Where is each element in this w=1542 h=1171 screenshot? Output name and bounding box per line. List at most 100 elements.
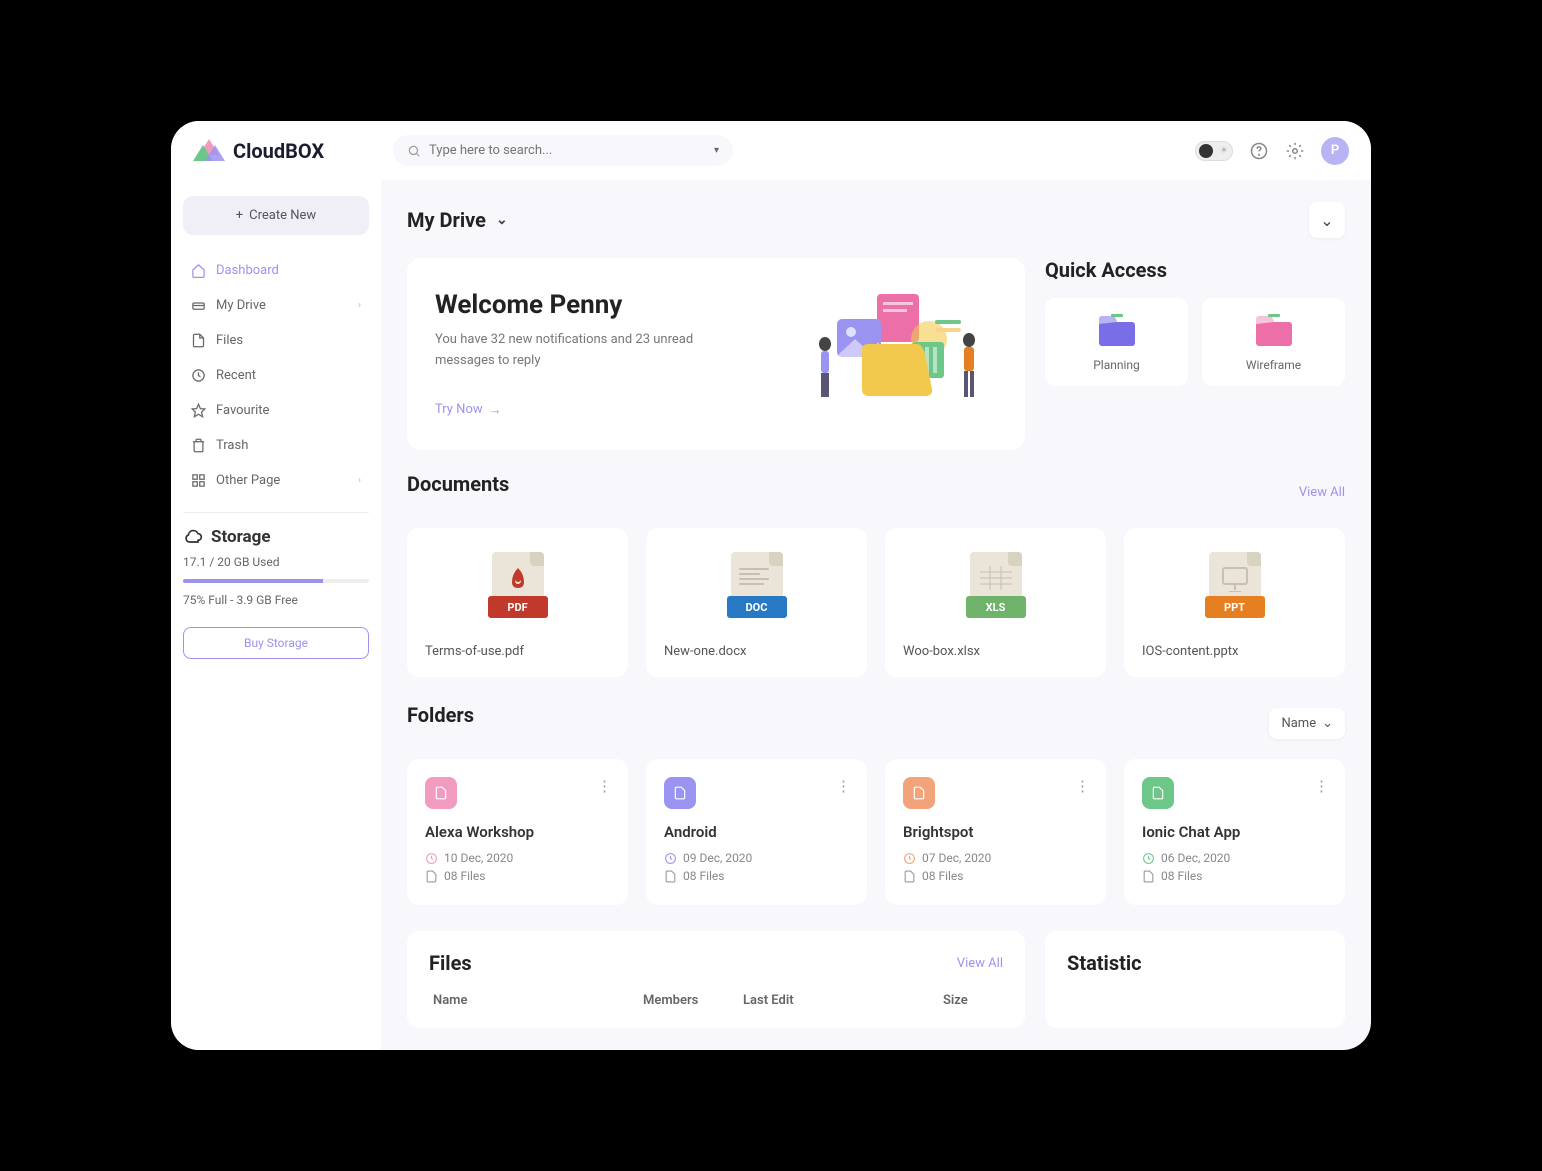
documents-grid: PDF Terms-of-use.pdf DOC New-one.docx [407, 528, 1345, 677]
avatar[interactable]: P [1321, 137, 1349, 165]
trash-icon [191, 438, 206, 453]
th-members: Members [643, 993, 743, 1008]
logo-icon [193, 137, 225, 165]
files-panel: Files View All Name Members Last Edit Si… [407, 931, 1025, 1028]
folders-grid: ⋮ Alexa Workshop 10 Dec, 2020 08 Files [407, 759, 1345, 905]
page-menu-button[interactable]: ⌄ [1309, 202, 1345, 238]
nav-label: Trash [216, 438, 248, 453]
quick-access-grid: Planning Wireframe [1045, 298, 1345, 386]
doc-icon: DOC [727, 552, 787, 622]
storage-detail: 75% Full - 3.9 GB Free [183, 593, 369, 607]
chevron-right-icon: › [358, 475, 361, 486]
clock-icon [191, 368, 206, 383]
nav-item-favourite[interactable]: Favourite [183, 393, 369, 428]
chevron-right-icon: › [358, 300, 361, 311]
logo-text: CloudBOX [233, 139, 324, 163]
folder-name: Ionic Chat App [1142, 823, 1327, 841]
try-now-link[interactable]: Try Now → [435, 402, 502, 418]
try-label: Try Now [435, 402, 483, 417]
storage-used: 17.1 / 20 GB Used [183, 555, 369, 569]
grid-icon [191, 473, 206, 488]
arrow-right-icon: → [489, 402, 502, 418]
nav-item-files[interactable]: Files [183, 323, 369, 358]
folder-card[interactable]: ⋮ Ionic Chat App 06 Dec, 2020 08 Files [1124, 759, 1345, 905]
help-button[interactable] [1249, 141, 1269, 161]
documents-head: Documents View All [407, 472, 1345, 512]
th-size: Size [943, 993, 999, 1008]
badge: PPT [1205, 596, 1265, 618]
nav-label: Other Page [216, 473, 280, 488]
welcome-illustration [807, 284, 997, 424]
search-box[interactable]: ▾ [393, 135, 733, 166]
theme-toggle[interactable]: ☀ [1195, 141, 1233, 161]
qa-label: Planning [1055, 358, 1178, 372]
topbar: CloudBOX ▾ ☀ P [171, 121, 1371, 180]
folder-name: Brightspot [903, 823, 1088, 841]
more-icon[interactable]: ⋮ [1314, 777, 1329, 795]
more-icon[interactable]: ⋮ [597, 777, 612, 795]
document-card[interactable]: PDF Terms-of-use.pdf [407, 528, 628, 677]
app-window: CloudBOX ▾ ☀ P + Create New [171, 121, 1371, 1050]
folder-files: 08 Files [903, 869, 1088, 883]
buy-storage-button[interactable]: Buy Storage [183, 627, 369, 659]
th-lastedit: Last Edit [743, 993, 943, 1008]
folders-sort-button[interactable]: Name ⌄ [1269, 708, 1345, 739]
main: My Drive ⌄ ⌄ Welcome Penny You have 32 n… [381, 180, 1371, 1050]
folder-date: 06 Dec, 2020 [1142, 851, 1327, 865]
nav-item-recent[interactable]: Recent [183, 358, 369, 393]
chevron-down-icon: ⌄ [1322, 716, 1333, 731]
nav-item-mydrive[interactable]: My Drive › [183, 288, 369, 323]
document-name: IOS-content.pptx [1142, 644, 1327, 659]
folder-name: Alexa Workshop [425, 823, 610, 841]
logo[interactable]: CloudBOX [193, 137, 373, 165]
progress-fill [183, 579, 323, 583]
nav-item-other[interactable]: Other Page › [183, 463, 369, 498]
badge: XLS [966, 596, 1026, 618]
topbar-right: ☀ P [1195, 137, 1349, 165]
more-icon[interactable]: ⋮ [836, 777, 851, 795]
create-label: Create New [249, 208, 316, 223]
statistic-panel: Statistic [1045, 931, 1345, 1028]
quick-access-item-wireframe[interactable]: Wireframe [1202, 298, 1345, 386]
quick-access-item-planning[interactable]: Planning [1045, 298, 1188, 386]
more-icon[interactable]: ⋮ [1075, 777, 1090, 795]
document-card[interactable]: DOC New-one.docx [646, 528, 867, 677]
files-view-all[interactable]: View All [957, 956, 1003, 971]
quick-access: Quick Access Planning Wirefr [1045, 258, 1345, 450]
folder-card[interactable]: ⋮ Brightspot 07 Dec, 2020 08 Files [885, 759, 1106, 905]
folder-date: 07 Dec, 2020 [903, 851, 1088, 865]
folder-files: 08 Files [425, 869, 610, 883]
caret-down-icon[interactable]: ▾ [714, 145, 719, 156]
page-head: My Drive ⌄ ⌄ [407, 202, 1345, 238]
folder-icon [425, 777, 457, 809]
folder-card[interactable]: ⋮ Alexa Workshop 10 Dec, 2020 08 Files [407, 759, 628, 905]
create-new-button[interactable]: + Create New [183, 196, 369, 235]
search-input[interactable] [429, 143, 719, 158]
document-card[interactable]: XLS Woo-box.xlsx [885, 528, 1106, 677]
badge: PDF [488, 596, 548, 618]
divider [183, 512, 369, 513]
settings-button[interactable] [1285, 141, 1305, 161]
nav-item-trash[interactable]: Trash [183, 428, 369, 463]
files-title: Files [429, 951, 472, 975]
document-name: Woo-box.xlsx [903, 644, 1088, 659]
welcome-text: Welcome Penny You have 32 new notificati… [435, 290, 715, 417]
drive-icon [191, 298, 206, 313]
clock-icon [1142, 852, 1155, 865]
documents-title: Documents [407, 472, 509, 496]
plus-icon: + [236, 208, 243, 223]
nav-item-dashboard[interactable]: Dashboard [183, 253, 369, 288]
nav-label: My Drive [216, 298, 266, 313]
document-name: New-one.docx [664, 644, 849, 659]
clock-icon [664, 852, 677, 865]
help-icon [1250, 142, 1268, 160]
files-head: Files View All [429, 951, 1003, 975]
document-card[interactable]: PPT IOS-content.pptx [1124, 528, 1345, 677]
page-title[interactable]: My Drive ⌄ [407, 208, 508, 232]
sun-icon: ☀ [1220, 146, 1228, 156]
folder-icon [903, 777, 935, 809]
folder-card[interactable]: ⋮ Android 09 Dec, 2020 08 Files [646, 759, 867, 905]
documents-view-all[interactable]: View All [1299, 485, 1345, 500]
ppt-icon: PPT [1205, 552, 1265, 622]
star-icon [191, 403, 206, 418]
